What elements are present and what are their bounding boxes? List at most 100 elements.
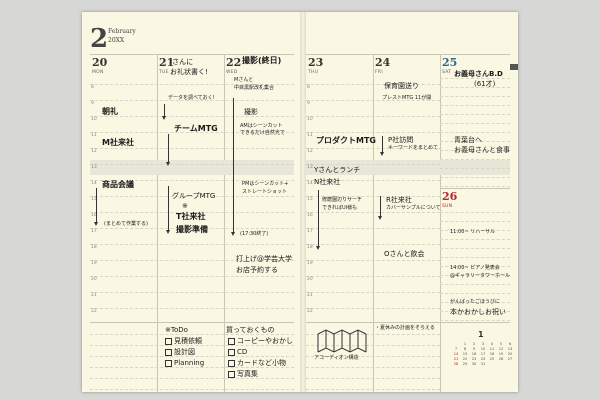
- hour-label: 11: [307, 133, 313, 138]
- mini-calendar-day: 24: [480, 357, 486, 361]
- note-reward-2: 本かおかしお祝い: [450, 308, 506, 316]
- note-search-2: できればUI様も: [322, 205, 358, 211]
- note-reward-1: がんばったごほうびに: [450, 299, 501, 305]
- arrow-icon: [231, 98, 235, 236]
- weekend-line: [440, 221, 510, 222]
- note-thanks-2: お礼状書く!: [170, 68, 208, 76]
- note-r-cover: カバーサンプルについて: [386, 205, 441, 211]
- weekend-line: [440, 186, 510, 187]
- day-number: 23: [308, 56, 324, 69]
- note-recital-2: @ギャラリータワーホール: [450, 273, 511, 279]
- weekend-line: [440, 212, 510, 213]
- hour-label: 18: [91, 245, 97, 250]
- note-team-mtg: チームMTG: [174, 124, 218, 133]
- note-am-1: AMはシーンカット: [240, 123, 283, 129]
- day-column-22: 22 WED: [224, 54, 294, 322]
- arrow-icon: [166, 134, 170, 166]
- arrow-icon: [162, 104, 166, 120]
- hour-line: [306, 260, 440, 261]
- planner-spread: 2 February 20XX 20 MON 21 TUE 22 WED 23 …: [82, 12, 518, 392]
- note-data: データを調べておく!: [168, 95, 215, 101]
- hour-line: [306, 164, 440, 165]
- note-t-visit: T社来社: [176, 212, 206, 221]
- mini-calendar-day: 10: [480, 347, 486, 351]
- mini-calendar-grid: 1 2 3 4 5 6 7 8 9 10 11 12 13 14 15 16 17 18 19 20 21 22 23 24 2…: [452, 342, 514, 366]
- mini-calendar-day: 29: [462, 362, 468, 366]
- hour-label: 19: [307, 261, 313, 266]
- hour-label: 19: [91, 261, 97, 266]
- todo-item: 設計図: [165, 348, 195, 356]
- hour-line: [306, 228, 440, 229]
- note-shohin-meeting: 商品会議: [102, 180, 134, 189]
- note-end-time: (17:30終了): [240, 231, 269, 237]
- accordion-sketch-icon: [317, 329, 367, 353]
- mini-calendar-day: 17: [480, 352, 486, 356]
- footer-divider: [90, 322, 294, 323]
- note-dinner: お義母さんと食事: [454, 146, 510, 154]
- hour-label: 17: [91, 229, 97, 234]
- checkbox-icon: [228, 370, 235, 378]
- mini-calendar-day: 23: [471, 357, 477, 361]
- day-label: SUN: [442, 204, 453, 209]
- shopping-label: コーピーやおかし: [237, 337, 293, 345]
- weekend-line: [440, 284, 510, 285]
- mini-calendar-day: 2: [472, 342, 476, 346]
- hour-line: [306, 292, 440, 293]
- note-birthday-2: (61才): [474, 80, 496, 88]
- mini-calendar-day: 8: [463, 347, 467, 351]
- note-shoot-prep: 撮影準備: [176, 225, 208, 234]
- day-number: 25: [442, 56, 458, 69]
- hour-label: 8: [91, 85, 94, 90]
- mini-calendar: 1 1 2 3 4 5 6 7 8 9 10 11 12 13 14 15 16 17 18 19 20 21 22 23 2…: [452, 330, 514, 388]
- note-r-visit: R社来社: [386, 196, 412, 204]
- mini-calendar-day: 16: [471, 352, 477, 356]
- note-party-2: お店予約する: [236, 266, 278, 274]
- note-search-1: 修磨園辺りサーチ: [322, 197, 363, 203]
- mini-calendar-day: 21: [453, 357, 459, 361]
- mini-calendar-day: 5: [499, 342, 503, 346]
- hour-line: [90, 164, 294, 165]
- hour-label: 14: [307, 181, 313, 186]
- hour-label: 10: [307, 117, 313, 122]
- shopping-box: 買っておくもの コーピーやおかし CD カードなど小物 写真集: [224, 324, 294, 392]
- weekend-line: [440, 257, 510, 258]
- weekend-line: [440, 159, 510, 160]
- note-p-keyword: キーワードをまとめて: [388, 145, 439, 151]
- shopping-item: カードなど小物: [228, 359, 286, 367]
- note-thanks-1: Iさんに: [170, 58, 194, 66]
- hour-label: 12: [307, 149, 313, 154]
- day-number: 22: [226, 56, 242, 69]
- note-rehearsal: 11:00~ リハーサル: [450, 229, 496, 235]
- note-m-meet-1: Mさんと: [234, 77, 254, 83]
- day-label: WED: [226, 70, 238, 75]
- note-o-drinks: Oさんと飲会: [384, 250, 425, 258]
- mini-calendar-month: 1: [478, 330, 484, 339]
- weekend-line: [440, 177, 510, 178]
- mini-calendar-day: 13: [507, 347, 513, 351]
- hour-label: 13: [307, 165, 313, 170]
- note-press: プレストMTG 11が開: [382, 95, 432, 101]
- hour-label: 22: [307, 309, 313, 314]
- checkbox-icon: [228, 337, 235, 345]
- mini-calendar-day: 4: [490, 342, 494, 346]
- weekend-divider: [440, 188, 510, 189]
- shopping-item: 写真集: [228, 370, 258, 378]
- checkbox-icon: [228, 348, 235, 356]
- mini-calendar-day: [452, 342, 460, 346]
- mini-calendar-day: 25: [489, 357, 495, 361]
- hour-label: 13: [91, 165, 97, 170]
- hour-line: [306, 132, 440, 133]
- hour-label: 20: [307, 277, 313, 282]
- mini-calendar-day: 18: [489, 352, 495, 356]
- arrow-icon: [166, 186, 170, 234]
- day-label: SAT: [442, 70, 452, 75]
- mini-calendar-day: 9: [472, 347, 476, 351]
- shopping-item: コーピーやおかし: [228, 337, 293, 345]
- mini-calendar-day: 1: [463, 342, 467, 346]
- shopping-title: 買っておくもの: [226, 326, 275, 334]
- note-shoot-allday: 撮影(終日): [242, 56, 282, 65]
- mini-calendar-day: 26: [498, 357, 504, 361]
- note-matome: (まとめて作業する): [104, 221, 148, 227]
- weekend-line: [440, 320, 510, 321]
- shopping-item: CD: [228, 348, 247, 356]
